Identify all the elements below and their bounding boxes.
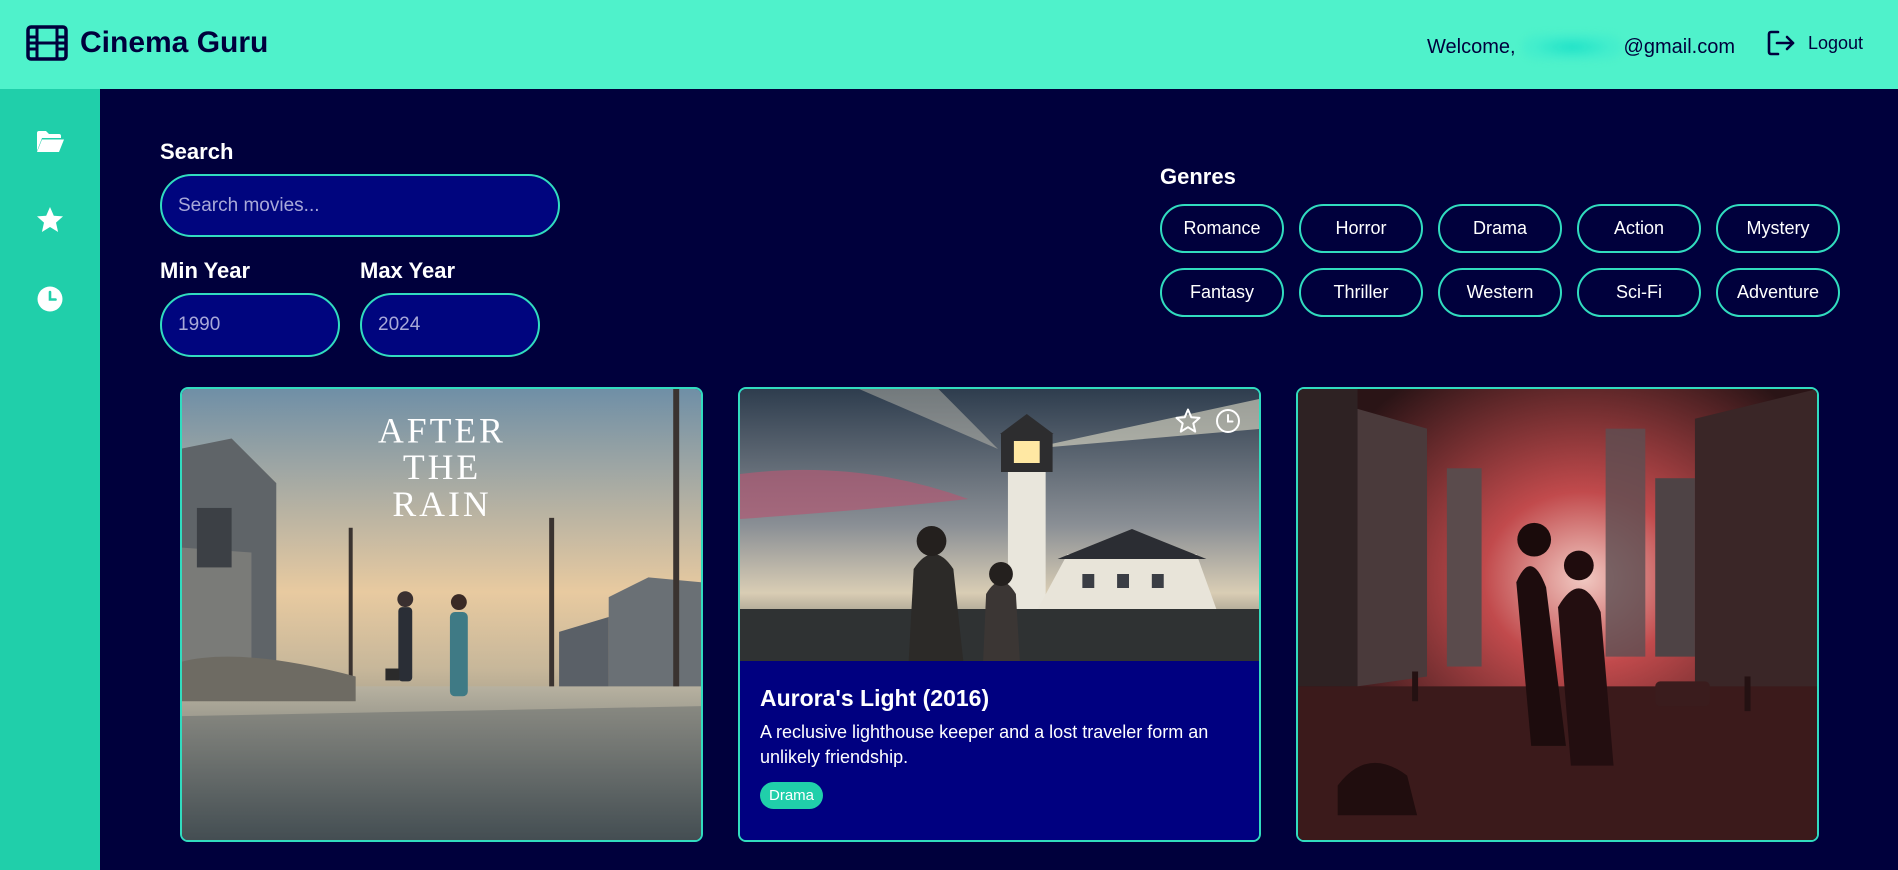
movie-card-details: Aurora's Light (2016) A reclusive lighth… — [740, 661, 1259, 840]
poster-title-word-3: RAIN — [392, 484, 491, 524]
film-icon — [26, 25, 68, 61]
genre-action-button[interactable]: Action — [1577, 204, 1701, 253]
brand: Cinema Guru — [26, 25, 268, 61]
movie-title: Aurora's Light (2016) — [760, 685, 990, 711]
genre-fantasy-button[interactable]: Fantasy — [1160, 268, 1284, 317]
min-year-input[interactable] — [160, 293, 340, 357]
genre-mystery-button[interactable]: Mystery — [1716, 204, 1840, 253]
search-label: Search — [160, 139, 234, 164]
welcome-prefix: Welcome, — [1427, 35, 1516, 58]
folder-icon[interactable] — [35, 126, 65, 156]
redacted-username — [1521, 33, 1622, 61]
top-navbar: Cinema Guru Welcome, @gmail.com Logout — [0, 0, 1898, 89]
logout-label: Logout — [1808, 32, 1864, 53]
logout-button[interactable]: Logout — [1766, 28, 1863, 58]
sidebar — [0, 89, 100, 870]
welcome-email-domain: @gmail.com — [1623, 35, 1735, 58]
search-input[interactable] — [160, 174, 560, 237]
movie-card[interactable]: AFTER THE RAIN — [180, 387, 703, 842]
star-icon[interactable] — [1174, 407, 1202, 435]
movie-poster: AFTER THE RAIN — [182, 389, 701, 840]
genre-thriller-button[interactable]: Thriller — [1299, 268, 1423, 317]
genre-western-button[interactable]: Western — [1438, 268, 1562, 317]
star-icon[interactable] — [35, 205, 65, 235]
movie-card-hovered[interactable]: Aurora's Light (2016) A reclusive lighth… — [738, 387, 1261, 842]
app-title: Cinema Guru — [80, 26, 269, 59]
clock-icon[interactable] — [1214, 407, 1242, 435]
clock-icon[interactable] — [35, 284, 65, 314]
genre-list: Romance Horror Drama Action Mystery Fant… — [1160, 204, 1842, 317]
min-year-label: Min Year — [160, 258, 251, 283]
genre-scifi-button[interactable]: Sci-Fi — [1577, 268, 1701, 317]
max-year-label: Max Year — [360, 258, 456, 283]
movie-poster — [1298, 389, 1817, 840]
genres-label: Genres — [1160, 164, 1236, 189]
max-year-input[interactable] — [360, 293, 540, 357]
genre-adventure-button[interactable]: Adventure — [1716, 268, 1840, 317]
genre-drama-button[interactable]: Drama — [1438, 204, 1562, 253]
welcome-message: Welcome, @gmail.com — [1427, 33, 1735, 61]
movie-card[interactable] — [1296, 387, 1819, 842]
movie-description: A reclusive lighthouse keeper and a lost… — [760, 722, 1209, 767]
poster-title-word-2: THE — [403, 447, 481, 487]
logout-icon — [1767, 30, 1795, 56]
genre-horror-button[interactable]: Horror — [1299, 204, 1423, 253]
genre-romance-button[interactable]: Romance — [1160, 204, 1284, 253]
genre-badge: Drama — [760, 782, 824, 809]
poster-title-word-1: AFTER — [378, 411, 506, 451]
